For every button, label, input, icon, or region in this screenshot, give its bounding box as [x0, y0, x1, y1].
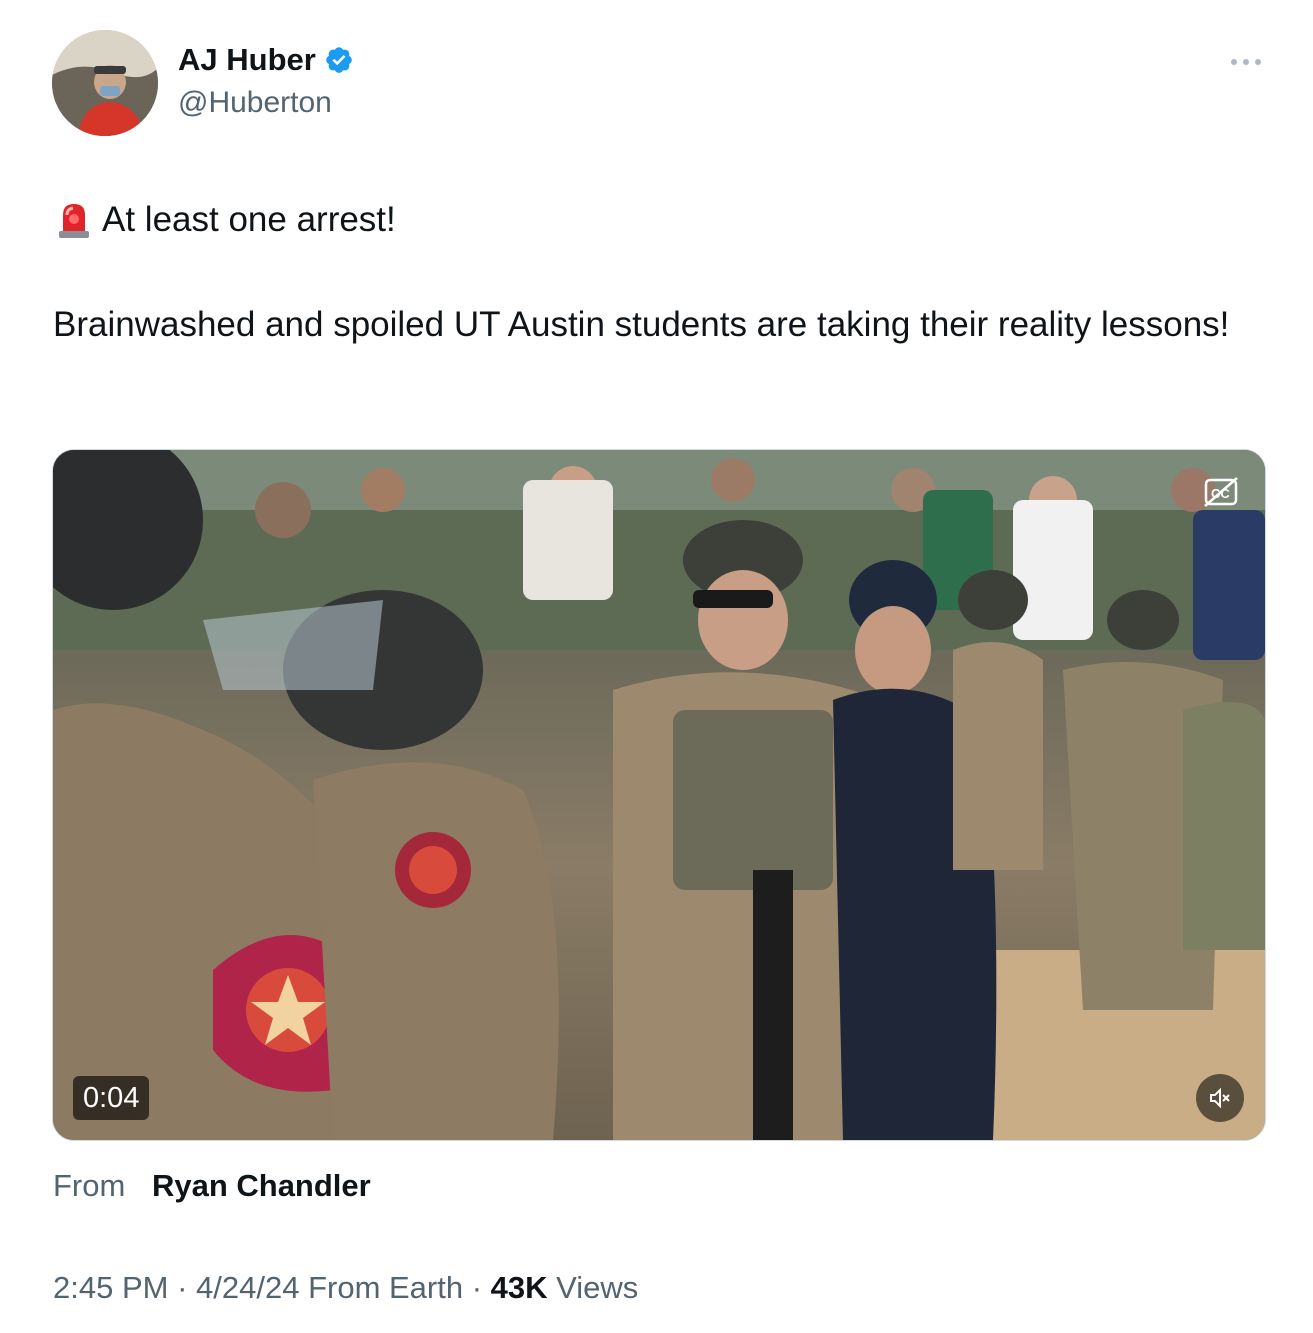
meta-separator: ·	[463, 1270, 491, 1305]
author-display-name[interactable]: AJ Huber	[178, 42, 316, 78]
tweet-text-line1: At least one arrest!	[102, 200, 396, 239]
tweet-time[interactable]: 2:45 PM	[53, 1270, 168, 1305]
more-options-icon[interactable]	[1226, 50, 1266, 74]
video-player[interactable]	[52, 449, 1266, 1141]
source-user-link[interactable]: Ryan Chandler	[152, 1168, 371, 1203]
police-siren-emoji-icon	[56, 201, 92, 239]
meta-separator: ·	[168, 1270, 197, 1305]
tweet-meta: 2:45 PM · 4/24/24 From Earth · 43K Views	[53, 1270, 638, 1306]
verified-badge-icon	[324, 45, 354, 75]
author-handle[interactable]: @Huberton	[178, 86, 332, 120]
views-label: Views	[547, 1270, 639, 1305]
captions-icon[interactable]: CC	[1202, 474, 1240, 510]
tweet-first-line: At least one arrest!	[56, 200, 396, 240]
source-from-label: From	[53, 1168, 126, 1203]
speaker-muted-icon[interactable]	[1196, 1074, 1244, 1122]
tweet-location: From Earth	[299, 1270, 464, 1305]
views-count[interactable]: 43K	[491, 1270, 548, 1305]
tweet-date[interactable]: 4/24/24	[196, 1270, 299, 1305]
author-name-row: AJ Huber	[178, 42, 354, 78]
media-source-attribution: From Ryan Chandler	[53, 1168, 371, 1204]
avatar[interactable]	[52, 30, 158, 136]
video-duration-badge: 0:04	[73, 1076, 150, 1120]
tweet-text-body: Brainwashed and spoiled UT Austin studen…	[53, 305, 1230, 344]
